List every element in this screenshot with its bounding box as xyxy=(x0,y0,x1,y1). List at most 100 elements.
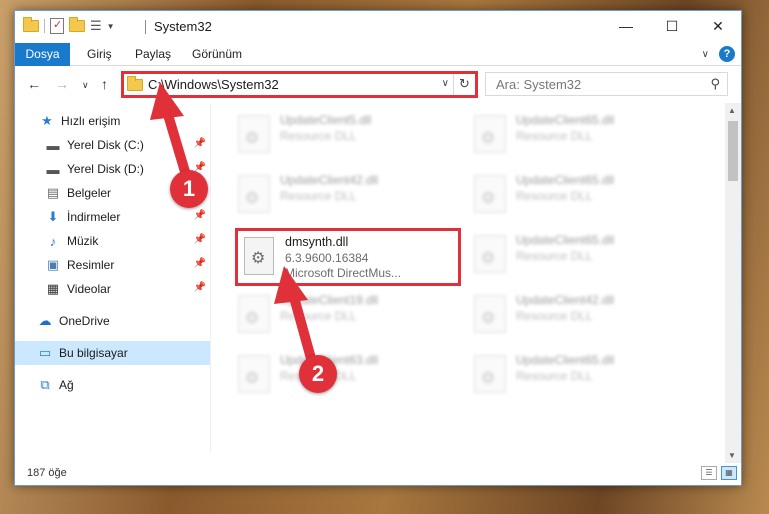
file-version: 6.3.9600.16384 xyxy=(285,251,369,265)
sidebar-item-this-pc[interactable]: ▭ Bu bilgisayar xyxy=(15,341,210,365)
recent-locations-icon[interactable]: ∨ xyxy=(82,80,89,91)
search-icon[interactable]: ⚲ xyxy=(710,76,720,92)
pin-icon[interactable]: 📌 xyxy=(194,282,206,293)
drive-icon: ▬ xyxy=(46,137,60,153)
highlight-box-address xyxy=(121,71,478,98)
dll-file-icon xyxy=(474,235,506,273)
pin-icon[interactable]: 📌 xyxy=(194,234,206,245)
navigation-pane: ★ Hızlı erişim ▬ Yerel Disk (C:) 📌 ▬ Yer… xyxy=(15,103,210,455)
close-button[interactable]: ✕ xyxy=(695,11,741,41)
quick-access-toolbar: ☰ ▼ xyxy=(23,17,115,34)
pin-icon[interactable]: 📌 xyxy=(194,138,206,149)
window-controls: — ☐ ✕ xyxy=(603,11,741,41)
computer-icon: ▭ xyxy=(38,345,52,360)
minimize-button[interactable]: — xyxy=(603,11,649,41)
sidebar-item-videos[interactable]: ▦ Videolar 📌 xyxy=(15,277,210,301)
sidebar-item-label: Resimler xyxy=(67,258,115,272)
forward-arrow-icon[interactable]: → xyxy=(55,76,69,92)
new-folder-icon[interactable] xyxy=(69,17,85,32)
sidebar-item-label: Videolar xyxy=(67,282,111,296)
sidebar-item-pictures[interactable]: ▣ Resimler 📌 xyxy=(15,253,210,277)
list-item[interactable]: UpdateClient65.dll Resource DLL xyxy=(468,347,668,401)
network-icon: ⧉ xyxy=(40,377,50,392)
list-item[interactable]: UpdateClient42.dll Resource DLL xyxy=(232,167,432,221)
sidebar-item-label: Bu bilgisayar xyxy=(59,346,128,360)
up-arrow-icon[interactable]: ↑ xyxy=(101,76,108,92)
list-item[interactable]: UpdateClient19.dll Resource DLL xyxy=(232,287,432,341)
sidebar-item-downloads[interactable]: ⬇ İndirmeler 📌 xyxy=(15,205,210,229)
status-bar: 187 öğe ☰ ▦ xyxy=(15,463,741,485)
search-input[interactable]: Ara: System32 xyxy=(496,77,581,92)
star-icon: ★ xyxy=(41,113,53,128)
dll-file-icon xyxy=(238,115,270,153)
dll-file-icon xyxy=(474,355,506,393)
folder-icon xyxy=(23,17,39,32)
chevron-down-icon[interactable]: ▼ xyxy=(107,22,115,31)
pin-icon[interactable]: 📌 xyxy=(194,258,206,269)
divider xyxy=(210,103,211,453)
sidebar-item-label: Ağ xyxy=(59,378,74,392)
step-badge-2: 2 xyxy=(299,355,337,393)
pictures-icon: ▣ xyxy=(46,257,60,272)
sidebar-item-label: OneDrive xyxy=(59,314,110,328)
list-item[interactable]: UpdateClient5.dll Resource DLL xyxy=(232,107,432,161)
pin-icon[interactable]: 📌 xyxy=(194,210,206,221)
dll-file-icon xyxy=(238,175,270,213)
sidebar-item-quick-access[interactable]: ★ Hızlı erişim xyxy=(15,109,210,133)
maximize-button[interactable]: ☐ xyxy=(649,11,695,41)
ribbon: Dosya Giriş Paylaş Görünüm ∨ ? xyxy=(15,43,741,66)
drive-icon: ▬ xyxy=(46,161,60,177)
search-box[interactable]: Ara: System32 ⚲ xyxy=(485,72,728,96)
tab-view[interactable]: Görünüm xyxy=(192,43,242,66)
highlighted-file[interactable]: dmsynth.dll 6.3.9600.16384 Microsoft Dir… xyxy=(235,228,461,286)
item-count: 187 öğe xyxy=(27,467,67,479)
dll-file-icon xyxy=(474,175,506,213)
title-bar: ☰ ▼ System32 — ☐ ✕ xyxy=(15,11,741,43)
dll-file-icon xyxy=(238,295,270,333)
sidebar-item-label: Yerel Disk (D:) xyxy=(67,162,144,176)
tiles-view-icon[interactable]: ▦ xyxy=(721,466,737,480)
video-icon: ▦ xyxy=(46,281,60,296)
expand-ribbon-icon[interactable]: ∨ xyxy=(702,49,709,60)
tab-file[interactable]: Dosya xyxy=(15,43,70,66)
back-arrow-icon[interactable]: ← xyxy=(27,76,41,92)
divider xyxy=(145,20,146,34)
list-item[interactable]: UpdateClient65.dll Resource DLL xyxy=(468,167,668,221)
navigation-bar: ← → ∨ ↑ C:\Windows\System32 ∨ ↻ Ara: Sys… xyxy=(15,68,741,100)
dll-file-icon xyxy=(474,115,506,153)
dll-file-icon xyxy=(244,237,274,275)
scroll-down-icon[interactable]: ▼ xyxy=(728,451,736,460)
document-icon: ▤ xyxy=(46,185,60,200)
ribbon-controls: ∨ ? xyxy=(702,46,735,62)
explorer-window: ☰ ▼ System32 — ☐ ✕ Dosya Giriş Paylaş Gö… xyxy=(14,10,742,486)
sidebar-item-label: Müzik xyxy=(67,234,99,248)
sidebar-item-label: İndirmeler xyxy=(67,210,121,224)
cloud-icon: ☁ xyxy=(38,313,52,328)
dll-file-icon xyxy=(474,295,506,333)
sidebar-item-network[interactable]: ⧉ Ağ xyxy=(15,373,210,397)
tab-share[interactable]: Paylaş xyxy=(135,43,171,66)
view-switcher: ☰ ▦ xyxy=(701,466,737,480)
dll-file-icon xyxy=(238,355,270,393)
divider xyxy=(44,19,45,33)
file-name: dmsynth.dll xyxy=(285,235,349,249)
step-badge-1: 1 xyxy=(170,170,208,208)
vertical-scrollbar[interactable]: ▲ ▼ xyxy=(725,103,741,463)
sidebar-item-label: Yerel Disk (C:) xyxy=(67,138,144,152)
details-view-icon[interactable]: ☰ xyxy=(701,466,717,480)
rename-icon[interactable]: ☰ xyxy=(90,18,102,34)
list-item[interactable]: UpdateClient65.dll Resource DLL xyxy=(468,227,668,281)
file-description: Microsoft DirectMus... xyxy=(285,266,402,280)
tab-home[interactable]: Giriş xyxy=(87,43,112,66)
scroll-up-icon[interactable]: ▲ xyxy=(728,106,736,115)
properties-icon[interactable] xyxy=(50,18,64,34)
list-item[interactable]: UpdateClient42.dll Resource DLL xyxy=(468,287,668,341)
sidebar-item-music[interactable]: ♪ Müzik 📌 xyxy=(15,229,210,253)
help-icon[interactable]: ? xyxy=(719,46,735,62)
scrollbar-thumb[interactable] xyxy=(728,121,738,181)
sidebar-item-label: Hızlı erişim xyxy=(61,114,121,128)
sidebar-item-onedrive[interactable]: ☁ OneDrive xyxy=(15,309,210,333)
sidebar-item-disk-c[interactable]: ▬ Yerel Disk (C:) 📌 xyxy=(15,133,210,157)
window-title: System32 xyxy=(154,19,212,34)
list-item[interactable]: UpdateClient65.dll Resource DLL xyxy=(468,107,668,161)
